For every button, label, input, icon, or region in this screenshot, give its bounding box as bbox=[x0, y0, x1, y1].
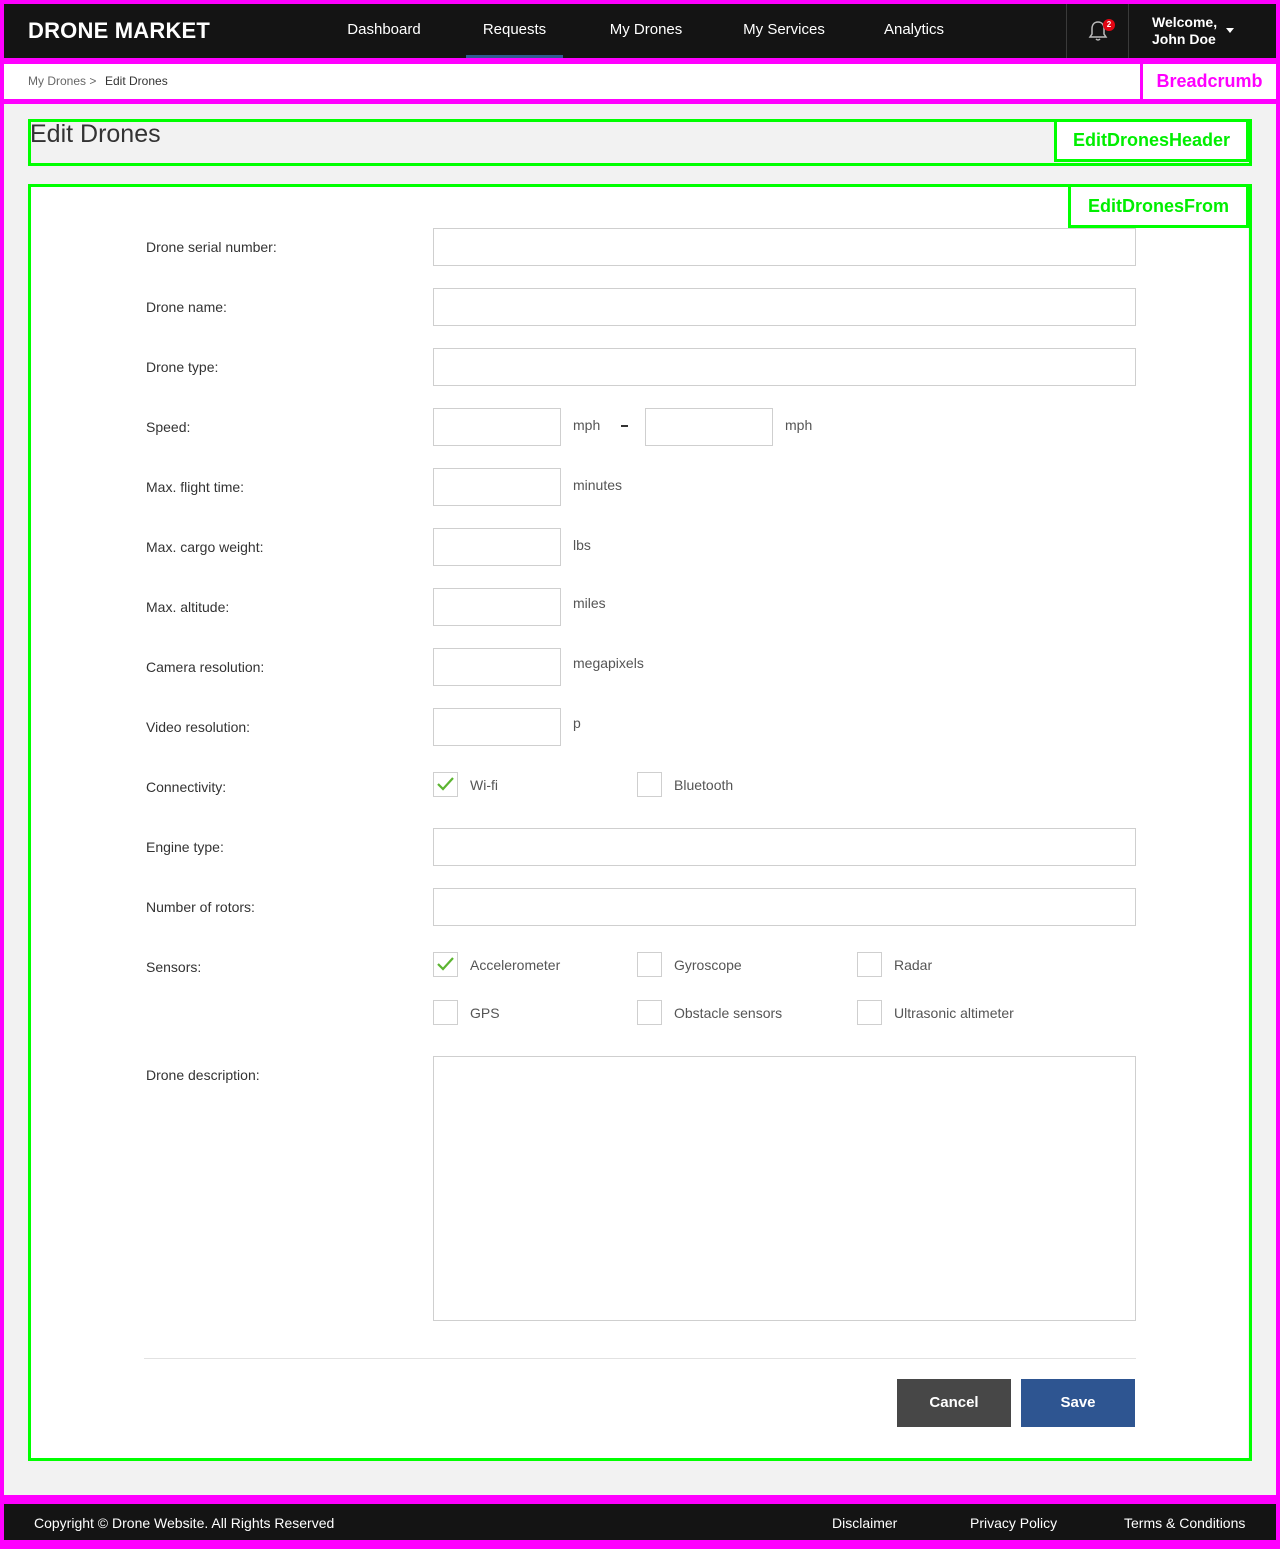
obstacle-sensors-checkbox[interactable] bbox=[637, 1000, 662, 1025]
nav-dashboard[interactable]: Dashboard bbox=[338, 4, 430, 58]
breadcrumb: My Drones > Edit Drones bbox=[4, 64, 1140, 99]
altitude-label: Max. altitude: bbox=[146, 599, 230, 615]
footer: Copyright © Drone Website. All Rights Re… bbox=[4, 1504, 1276, 1540]
speed-max-unit: mph bbox=[785, 417, 813, 433]
drone-name-input[interactable] bbox=[433, 288, 1136, 326]
footer-link-disclaimer[interactable]: Disclaimer bbox=[832, 1515, 897, 1531]
wifi-label: Wi-fi bbox=[470, 777, 498, 793]
altitude-unit: miles bbox=[573, 595, 606, 611]
user-name: John Doe bbox=[1152, 31, 1216, 47]
sensors-label: Sensors: bbox=[146, 959, 202, 975]
serial-number-input[interactable] bbox=[433, 228, 1136, 266]
video-resolution-input[interactable] bbox=[433, 708, 561, 746]
video-resolution-label: Video resolution: bbox=[146, 719, 251, 735]
video-resolution-unit: p bbox=[573, 715, 581, 731]
flight-time-unit: minutes bbox=[573, 477, 623, 493]
footer-link-privacy[interactable]: Privacy Policy bbox=[970, 1515, 1057, 1531]
bluetooth-label: Bluetooth bbox=[674, 777, 734, 793]
connectivity-label: Connectivity: bbox=[146, 779, 227, 795]
gyroscope-label: Gyroscope bbox=[674, 957, 742, 973]
accelerometer-checkbox[interactable] bbox=[433, 952, 458, 977]
nav-requests[interactable]: Requests bbox=[466, 4, 563, 58]
gps-checkbox[interactable] bbox=[433, 1000, 458, 1025]
speed-label: Speed: bbox=[146, 419, 191, 435]
accelerometer-label: Accelerometer bbox=[470, 957, 561, 973]
breadcrumb-annotation: Breadcrumb bbox=[1143, 64, 1276, 99]
gps-label: GPS bbox=[470, 1005, 500, 1021]
nav-analytics[interactable]: Analytics bbox=[876, 4, 952, 58]
breadcrumb-my-drones[interactable]: My Drones > bbox=[28, 74, 96, 88]
radar-label: Radar bbox=[894, 957, 933, 973]
notification-badge: 2 bbox=[1103, 19, 1115, 31]
chevron-down-icon[interactable] bbox=[1226, 28, 1234, 33]
nav-my-services[interactable]: My Services bbox=[734, 4, 834, 58]
checkmark-icon bbox=[437, 777, 454, 791]
edit-drones-header-annotation: EditDronesHeader bbox=[1054, 119, 1249, 162]
altitude-input[interactable] bbox=[433, 588, 561, 626]
speed-max-input[interactable] bbox=[645, 408, 773, 446]
wifi-checkbox[interactable] bbox=[433, 772, 458, 797]
serial-number-label: Drone serial number: bbox=[146, 239, 277, 255]
drone-name-label: Drone name: bbox=[146, 299, 227, 315]
speed-min-input[interactable] bbox=[433, 408, 561, 446]
drone-type-input[interactable] bbox=[433, 348, 1136, 386]
checkmark-icon bbox=[437, 957, 454, 971]
breadcrumb-edit-drones: Edit Drones bbox=[105, 74, 168, 88]
user-menu[interactable]: Welcome, John Doe bbox=[1152, 14, 1217, 48]
cancel-button[interactable]: Cancel bbox=[897, 1379, 1011, 1427]
ultrasonic-altimeter-label: Ultrasonic altimeter bbox=[894, 1005, 1014, 1021]
speed-range-dash bbox=[621, 425, 628, 427]
obstacle-sensors-label: Obstacle sensors bbox=[674, 1005, 783, 1021]
copyright-text: Copyright © Drone Website. All Rights Re… bbox=[34, 1515, 335, 1531]
drone-type-label: Drone type: bbox=[146, 359, 219, 375]
ultrasonic-altimeter-checkbox[interactable] bbox=[857, 1000, 882, 1025]
camera-resolution-label: Camera resolution: bbox=[146, 659, 265, 675]
page-title: Edit Drones bbox=[30, 120, 161, 148]
save-button[interactable]: Save bbox=[1021, 1379, 1135, 1427]
description-label: Drone description: bbox=[146, 1067, 260, 1083]
logo[interactable]: DRONE MARKET bbox=[28, 18, 210, 44]
camera-resolution-unit: megapixels bbox=[573, 655, 644, 671]
flight-time-label: Max. flight time: bbox=[146, 479, 245, 495]
top-navbar: DRONE MARKET Dashboard Requests My Drone… bbox=[4, 4, 1276, 58]
notifications-button[interactable]: 2 bbox=[1066, 4, 1129, 58]
cargo-weight-unit: lbs bbox=[573, 537, 591, 553]
radar-checkbox[interactable] bbox=[857, 952, 882, 977]
cargo-weight-input[interactable] bbox=[433, 528, 561, 566]
welcome-text: Welcome, bbox=[1152, 14, 1218, 30]
cargo-weight-label: Max. cargo weight: bbox=[146, 539, 264, 555]
rotors-input[interactable] bbox=[433, 888, 1136, 926]
camera-resolution-input[interactable] bbox=[433, 648, 561, 686]
bluetooth-checkbox[interactable] bbox=[637, 772, 662, 797]
engine-type-input[interactable] bbox=[433, 828, 1136, 866]
description-textarea[interactable] bbox=[433, 1056, 1136, 1321]
engine-type-label: Engine type: bbox=[146, 839, 224, 855]
form-divider bbox=[144, 1358, 1136, 1359]
gyroscope-checkbox[interactable] bbox=[637, 952, 662, 977]
nav-my-drones[interactable]: My Drones bbox=[600, 4, 692, 58]
footer-link-terms[interactable]: Terms & Conditions bbox=[1124, 1515, 1245, 1531]
rotors-label: Number of rotors: bbox=[146, 899, 255, 915]
speed-min-unit: mph bbox=[573, 417, 601, 433]
edit-drones-form-annotation: EditDronesFrom bbox=[1068, 184, 1249, 228]
flight-time-input[interactable] bbox=[433, 468, 561, 506]
